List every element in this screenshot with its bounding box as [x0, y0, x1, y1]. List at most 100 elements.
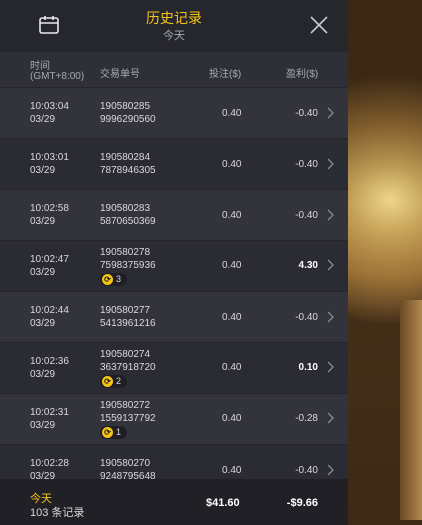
free-spin-icon: ⟳	[102, 274, 113, 285]
table-row[interactable]: 10:03:04 03/29 190580285 9996290560 0.40 -0.4…	[0, 88, 348, 139]
row-order-id: 190580278	[100, 247, 151, 258]
row-profit: -0.40	[295, 210, 318, 221]
history-panel: 历史记录 今天 时间 (GMT+8:00) 交易单号 投注($) 盈利($) 1…	[0, 0, 348, 525]
record-count: 103 条记录	[30, 507, 85, 519]
row-bet: 0.40	[222, 465, 242, 476]
free-spin-icon: ⟳	[102, 376, 113, 387]
date-filter-label: 今天	[163, 30, 185, 42]
row-time: 10:02:47 03/29	[30, 253, 69, 279]
table-row[interactable]: 10:02:31 03/29 190580272 1559137792 ⟳ 1 0.40 -0…	[0, 394, 348, 445]
chevron-right-icon	[327, 464, 334, 476]
row-time-date: 03/29	[30, 165, 56, 176]
col-bet: 投注($)	[209, 69, 242, 80]
row-order: 190580274 3637918720 ⟳ 2	[100, 348, 156, 388]
free-spin-badge: ⟳ 1	[100, 426, 128, 439]
row-bet: 0.40	[222, 362, 242, 373]
row-order-sub: 9996290560	[100, 114, 156, 125]
free-spin-badge: ⟳ 3	[100, 273, 128, 286]
row-time: 10:02:36 03/29	[30, 355, 69, 381]
row-time: 10:02:28 03/29	[30, 457, 69, 479]
table-row[interactable]: 10:02:44 03/29 190580277 5413961216 0.40 -0.4…	[0, 292, 348, 343]
chevron-right-icon	[327, 311, 334, 323]
row-bet: 0.40	[222, 312, 242, 323]
row-profit: -0.40	[295, 465, 318, 476]
panel-header: 历史记录 今天	[0, 0, 348, 52]
column-header: 时间 (GMT+8:00) 交易单号 投注($) 盈利($)	[0, 52, 348, 88]
row-order: 190580284 7878946305	[100, 151, 156, 177]
free-spin-count: 1	[116, 427, 122, 437]
table-row[interactable]: 10:02:58 03/29 190580283 5870650369 0.40 -0.4…	[0, 190, 348, 241]
row-time: 10:03:04 03/29	[30, 100, 69, 126]
row-time: 10:02:58 03/29	[30, 202, 69, 228]
row-order-id: 190580272	[100, 400, 151, 411]
row-time-clock: 10:02:47	[30, 254, 69, 265]
free-spin-count: 3	[116, 274, 122, 284]
row-time-date: 03/29	[30, 369, 56, 380]
row-time-clock: 10:02:44	[30, 305, 69, 316]
row-time-clock: 10:02:31	[30, 407, 69, 418]
row-time-clock: 10:02:36	[30, 356, 69, 367]
calendar-button[interactable]	[38, 14, 60, 36]
table-row[interactable]: 10:02:28 03/29 190580270 9248795648 0.40 -0.4…	[0, 445, 348, 479]
row-bet: 0.40	[222, 210, 242, 221]
row-time-date: 03/29	[30, 471, 56, 479]
row-time-date: 03/29	[30, 114, 56, 125]
row-order-sub: 9248795648	[100, 471, 156, 479]
close-icon	[310, 16, 328, 34]
row-bet: 0.40	[222, 260, 242, 271]
chevron-right-icon	[327, 412, 334, 424]
row-time-date: 03/29	[30, 318, 56, 329]
total-bet: $41.60	[206, 497, 240, 509]
free-spin-icon: ⟳	[102, 427, 113, 438]
chevron-right-icon	[327, 361, 334, 373]
row-time: 10:02:44 03/29	[30, 304, 69, 330]
row-order-id: 190580284	[100, 152, 151, 163]
calendar-icon	[39, 16, 59, 34]
row-order: 190580285 9996290560	[100, 100, 156, 126]
row-order: 190580278 7598375936 ⟳ 3	[100, 246, 156, 286]
row-order-id: 190580274	[100, 349, 151, 360]
table-row[interactable]: 10:02:36 03/29 190580274 3637918720 ⟳ 2 0.40 0.…	[0, 343, 348, 394]
row-bet: 0.40	[222, 159, 242, 170]
row-time-clock: 10:03:01	[30, 152, 69, 163]
row-time-clock: 10:03:04	[30, 101, 69, 112]
row-time-date: 03/29	[30, 420, 56, 431]
row-bet: 0.40	[222, 108, 242, 119]
col-timezone: (GMT+8:00)	[30, 71, 85, 82]
table-row[interactable]: 10:03:01 03/29 190580284 7878946305 0.40 -0.4…	[0, 139, 348, 190]
row-order-sub: 5413961216	[100, 318, 156, 329]
table-row[interactable]: 10:02:47 03/29 190580278 7598375936 ⟳ 3 0.40 4.…	[0, 241, 348, 292]
row-profit: 0.10	[298, 362, 318, 373]
free-spin-badge: ⟳ 2	[100, 375, 128, 388]
row-time-clock: 10:02:58	[30, 203, 69, 214]
row-order-sub: 1559137792	[100, 413, 156, 424]
row-order: 190580283 5870650369	[100, 202, 156, 228]
row-order: 190580272 1559137792 ⟳ 1	[100, 399, 156, 439]
row-order-sub: 7878946305	[100, 165, 156, 176]
row-order-id: 190580283	[100, 203, 151, 214]
col-profit: 盈利($)	[286, 69, 319, 80]
summary-footer: 今天 103 条记录 $41.60 -$9.66	[0, 479, 348, 525]
page-title: 历史记录	[146, 10, 202, 26]
col-time: 时间	[30, 61, 50, 72]
row-order: 190580270 9248795648	[100, 457, 156, 479]
row-order-id: 190580277	[100, 305, 151, 316]
col-order: 交易单号	[100, 69, 140, 80]
history-list[interactable]: 10:03:04 03/29 190580285 9996290560 0.40 -0.4…	[0, 88, 348, 479]
row-time-date: 03/29	[30, 216, 56, 227]
row-order-sub: 7598375936	[100, 260, 156, 271]
row-time-date: 03/29	[30, 267, 56, 278]
chevron-right-icon	[327, 209, 334, 221]
row-profit: 4.30	[298, 260, 318, 271]
row-order-id: 190580285	[100, 101, 151, 112]
free-spin-count: 2	[116, 376, 122, 386]
row-order-sub: 3637918720	[100, 362, 156, 373]
row-time: 10:02:31 03/29	[30, 406, 69, 432]
row-order-sub: 5870650369	[100, 216, 156, 227]
row-order-id: 190580270	[100, 458, 151, 469]
chevron-right-icon	[327, 107, 334, 119]
chevron-right-icon	[327, 158, 334, 170]
close-button[interactable]	[308, 14, 330, 36]
row-profit: -0.40	[295, 312, 318, 323]
chevron-right-icon	[327, 259, 334, 271]
